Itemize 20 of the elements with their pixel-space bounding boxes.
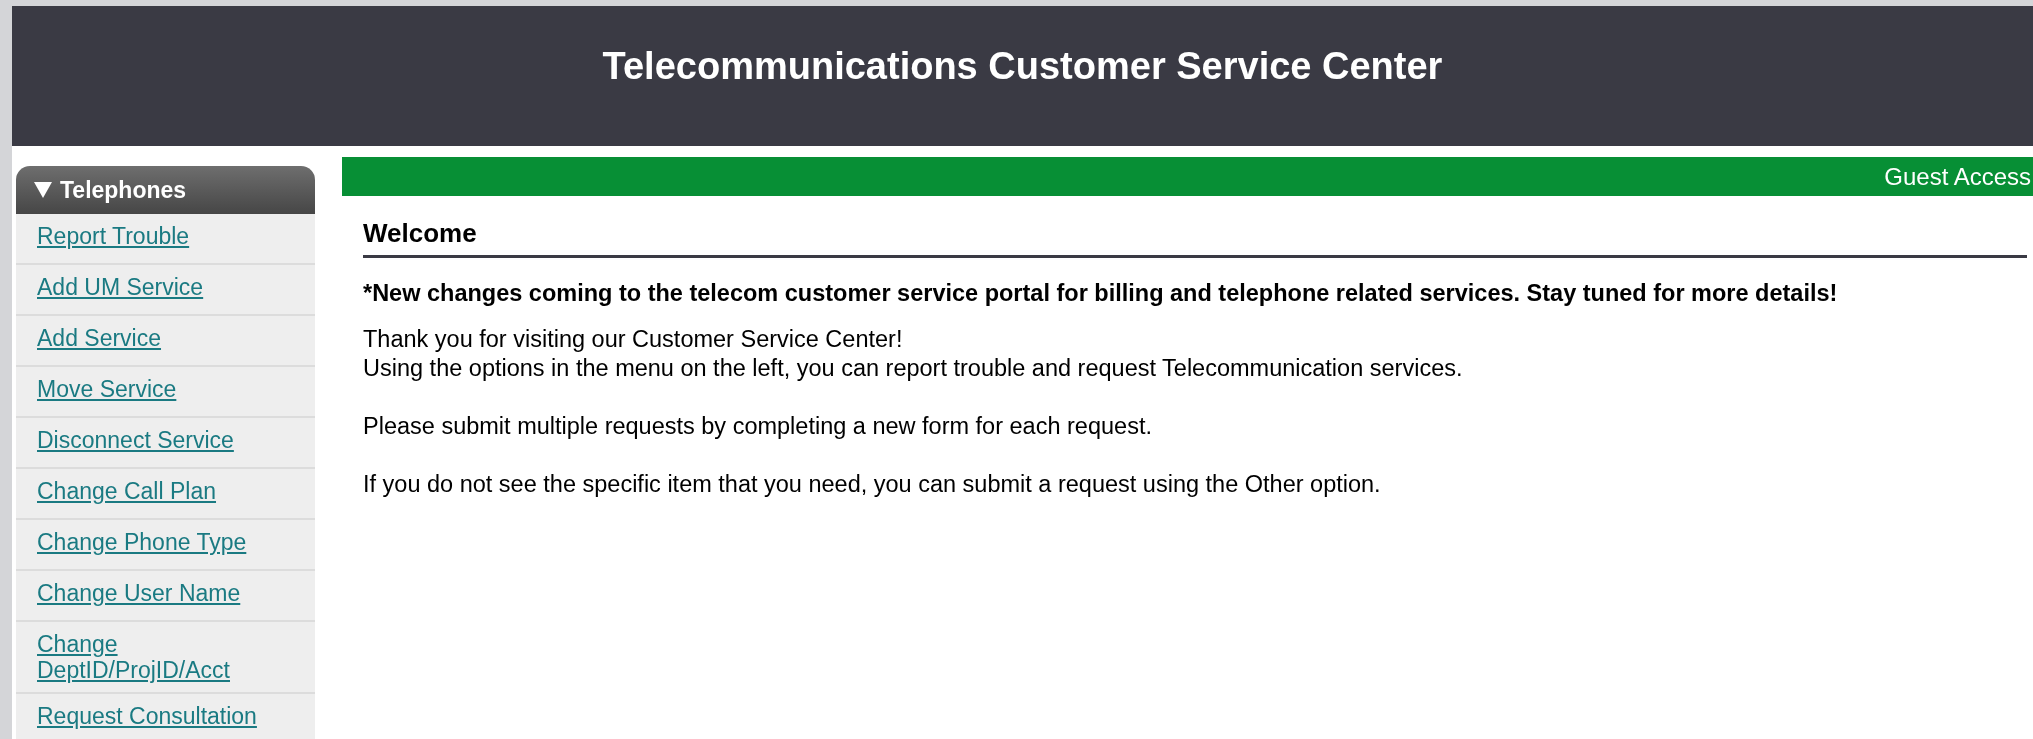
menu-link[interactable]: Add Service xyxy=(37,325,161,351)
menu-link[interactable]: Move Service xyxy=(37,376,177,402)
paragraph-text: Please submit multiple requests by completing a new form for each request. xyxy=(363,412,1153,441)
menu-header[interactable]: Telephones xyxy=(16,166,315,214)
paragraph-text: Using the options in the menu on the left, you can report trouble and request Telecommunication services. xyxy=(363,354,1464,383)
menu-link[interactable]: Change Call Plan xyxy=(37,478,216,504)
menu-link[interactable]: Request Consultation xyxy=(37,703,257,729)
menu-link[interactable]: Disconnect Service xyxy=(37,427,234,453)
access-label: Guest Access xyxy=(1884,162,2031,191)
menu-link[interactable]: Change User Name xyxy=(37,580,241,606)
section-heading: Welcome xyxy=(363,218,2027,258)
caret-down-icon xyxy=(34,182,52,198)
menu-link[interactable]: Change DeptID/ProjID/Acct xyxy=(37,631,282,683)
menu-link[interactable]: Change Phone Type xyxy=(37,529,247,555)
paragraph-text: Thank you for visiting our Customer Service Center! xyxy=(363,325,904,354)
page-title: Telecommunications Customer Service Center xyxy=(602,44,1443,88)
notice-text: *New changes coming to the telecom customer service portal for billing and telephone related services. Stay tuned for more details! xyxy=(363,280,1839,307)
menu-link[interactable]: Report Trouble xyxy=(37,223,190,249)
paragraph-text: If you do not see the specific item that you need, you can submit a request using the Other option. xyxy=(363,470,1382,499)
menu-link[interactable]: Add UM Service xyxy=(37,274,204,300)
